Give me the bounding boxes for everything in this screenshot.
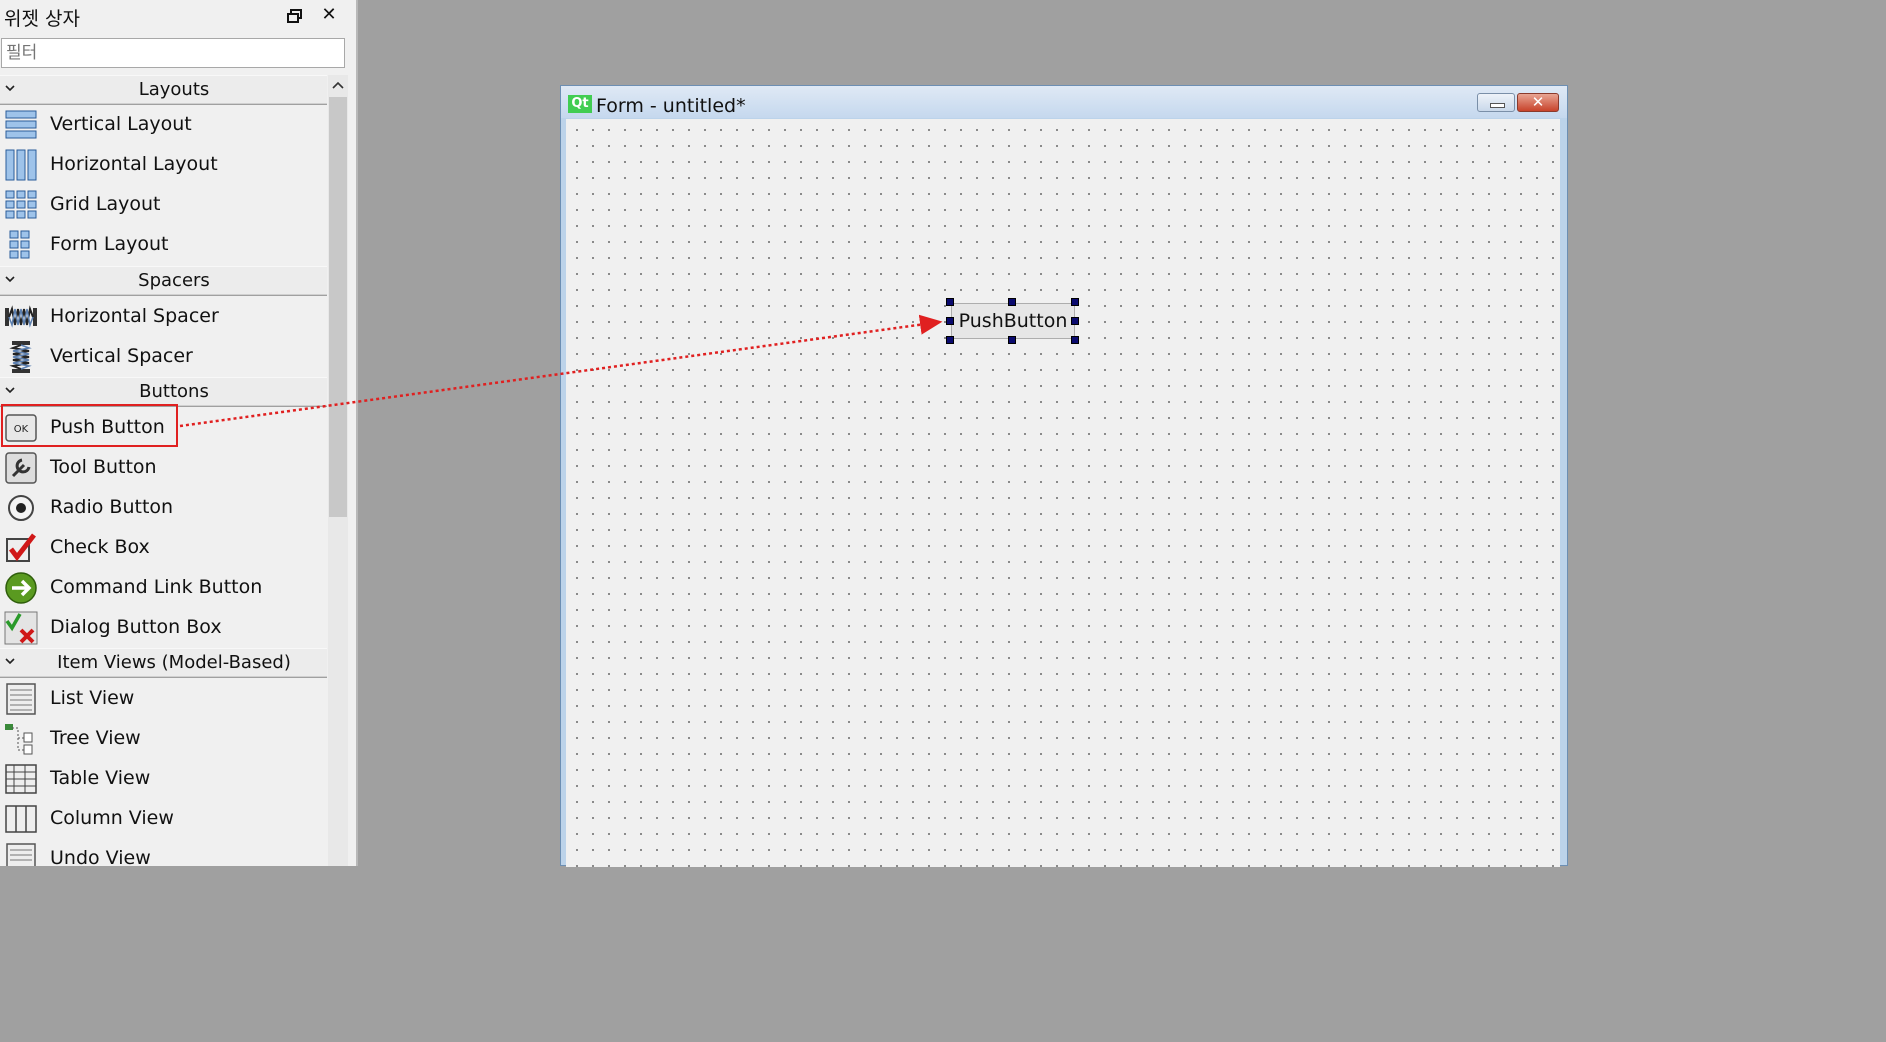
table-view-icon: [4, 762, 38, 796]
form-title: Form - untitled*: [596, 95, 746, 117]
widget-box-titlebar: 위젯 상자 ✕: [0, 0, 356, 32]
check-box-icon: [4, 531, 38, 565]
widget-item-label: Vertical Layout: [50, 113, 192, 135]
widget-item-vertical-spacer[interactable]: Vertical Spacer: [0, 337, 327, 377]
widget-item-label: Horizontal Spacer: [50, 305, 219, 327]
push-button-widget[interactable]: PushButton: [951, 303, 1075, 339]
dialog-button-box-icon: [4, 611, 38, 645]
category-label: Buttons: [139, 381, 209, 402]
widget-item-label: Check Box: [50, 536, 150, 558]
command-link-icon: [4, 571, 38, 605]
radio-button-icon: [4, 491, 38, 525]
widget-item-horizontal-layout[interactable]: Horizontal Layout: [0, 145, 327, 185]
selection-handle[interactable]: [946, 336, 954, 344]
category-label: Item Views (Model-Based): [57, 652, 291, 673]
widget-item-tree-view[interactable]: Tree View: [0, 719, 327, 759]
grid-layout-icon: [4, 188, 38, 222]
column-view-icon: [4, 802, 38, 836]
svg-text:OK: OK: [14, 424, 29, 435]
widget-item-label: Tool Button: [50, 456, 157, 478]
widget-item-radio-button[interactable]: Radio Button: [0, 488, 327, 528]
widget-item-label: Dialog Button Box: [50, 616, 222, 638]
undo-view-icon: [4, 842, 38, 866]
form-canvas[interactable]: PushButton: [566, 119, 1560, 867]
widget-item-label: Column View: [50, 807, 174, 829]
category-label: Spacers: [138, 270, 210, 291]
widget-item-label: Command Link Button: [50, 576, 263, 598]
widget-item-list-view[interactable]: List View: [0, 679, 327, 719]
widget-box-title: 위젯 상자: [4, 8, 80, 30]
selection-handle[interactable]: [1008, 336, 1016, 344]
form-window: Qt Form - untitled* ✕ PushButton: [560, 85, 1568, 867]
form-layout-icon: [4, 228, 38, 262]
widget-item-label: Undo View: [50, 847, 151, 866]
scrollbar-thumb[interactable]: [329, 97, 347, 517]
widget-item-label: List View: [50, 687, 135, 709]
widget-item-label: Radio Button: [50, 496, 174, 518]
widget-item-label: Table View: [50, 767, 151, 789]
widget-item-table-view[interactable]: Table View: [0, 759, 327, 799]
filter-input[interactable]: [1, 38, 345, 68]
category-item-views[interactable]: Item Views (Model-Based): [0, 648, 327, 678]
category-layouts[interactable]: Layouts: [0, 75, 327, 105]
minimize-button[interactable]: [1477, 93, 1515, 112]
widget-item-check-box[interactable]: Check Box: [0, 528, 327, 568]
widget-item-label: Tree View: [50, 727, 141, 749]
selection-handle[interactable]: [1071, 317, 1079, 325]
selection-handle[interactable]: [1071, 336, 1079, 344]
scroll-up-arrow-icon[interactable]: [328, 75, 348, 95]
horizontal-spacer-icon: [4, 300, 38, 334]
selection-handle[interactable]: [946, 317, 954, 325]
vertical-spacer-icon: [4, 340, 38, 374]
category-spacers[interactable]: Spacers: [0, 266, 327, 296]
widget-item-tool-button[interactable]: Tool Button: [0, 448, 327, 488]
widget-item-label: Horizontal Layout: [50, 153, 218, 175]
list-view-icon: [4, 682, 38, 716]
category-label: Layouts: [138, 79, 210, 100]
selection-handle[interactable]: [946, 298, 954, 306]
float-dock-icon[interactable]: [287, 8, 303, 23]
widget-item-label: Push Button: [50, 416, 165, 438]
tool-button-icon: [4, 451, 38, 485]
form-titlebar[interactable]: Qt Form - untitled* ✕: [561, 86, 1567, 118]
vertical-layout-icon: [4, 108, 38, 142]
widget-tree: Layouts Vertical Layout Horizontal Layou…: [0, 75, 328, 866]
widget-item-label: Form Layout: [50, 233, 169, 255]
selection-handle[interactable]: [1071, 298, 1079, 306]
widget-item-label: Vertical Spacer: [50, 345, 193, 367]
widget-item-vertical-layout[interactable]: Vertical Layout: [0, 105, 327, 145]
widget-item-command-link-button[interactable]: Command Link Button: [0, 568, 327, 608]
widget-box-panel: 위젯 상자 ✕ Layouts Vertical Layout Horizont…: [0, 0, 358, 866]
widget-item-label: Grid Layout: [50, 193, 161, 215]
widget-item-horizontal-spacer[interactable]: Horizontal Spacer: [0, 297, 327, 337]
widget-item-column-view[interactable]: Column View: [0, 799, 327, 839]
widget-box-scrollbar[interactable]: [328, 75, 348, 866]
widget-item-grid-layout[interactable]: Grid Layout: [0, 185, 327, 225]
qt-logo-icon: Qt: [568, 95, 592, 113]
widget-item-dialog-button-box[interactable]: Dialog Button Box: [0, 608, 327, 648]
push-button-icon: OK: [4, 411, 38, 445]
widget-item-form-layout[interactable]: Form Layout: [0, 225, 327, 265]
tree-view-icon: [4, 722, 38, 756]
widget-item-undo-view[interactable]: Undo View: [0, 839, 327, 866]
close-dock-icon[interactable]: ✕: [320, 6, 338, 24]
category-buttons[interactable]: Buttons: [0, 377, 327, 407]
close-button[interactable]: ✕: [1517, 93, 1559, 112]
selection-handle[interactable]: [1008, 298, 1016, 306]
horizontal-layout-icon: [4, 148, 38, 182]
widget-item-push-button[interactable]: OK Push Button: [0, 408, 327, 448]
